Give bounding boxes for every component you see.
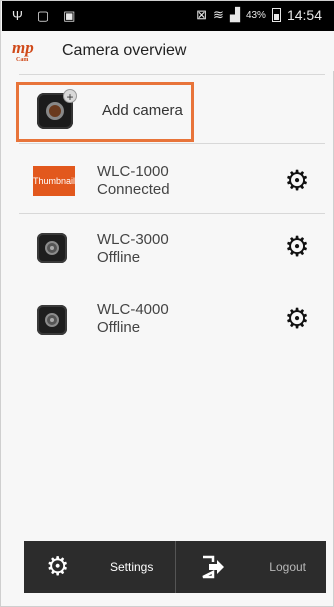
battery-percent: 43% [245, 9, 266, 21]
page-title: Camera overview [62, 42, 187, 59]
app-logo-subtext: Cam [16, 57, 29, 63]
app-header: mp Cam Camera overview [2, 31, 334, 71]
settings-button[interactable]: ⚙ Settings [24, 541, 175, 593]
status-time: 14:54 [286, 7, 322, 23]
camera-icon [37, 233, 67, 263]
camera-row-wlc-4000[interactable]: WLC-4000 Offline ⚙ [19, 291, 325, 351]
camera-status: Offline [97, 249, 141, 266]
camera-row-wlc-1000[interactable]: Thumbnail WLC-1000 Connected ⚙ [19, 151, 325, 211]
add-camera-label: Add camera [102, 102, 183, 119]
status-left-icons: Ψ ▢ ▣ [12, 8, 75, 24]
camera-status: Connected [97, 181, 170, 198]
usb-icon: Ψ [12, 8, 23, 23]
app-frame: Ψ ▢ ▣ ⊠ ≋ ▟ 43% 14:54 mp Cam Camera over… [0, 0, 334, 607]
bottom-bar: ⚙ Settings Logout [24, 541, 326, 593]
plus-icon: + [63, 89, 77, 104]
notification-icon: ▣ [63, 8, 76, 23]
camera-settings-gear-icon[interactable]: ⚙ [283, 233, 311, 261]
camera-row-wlc-3000[interactable]: WLC-3000 Offline ⚙ [19, 221, 325, 281]
app-logo: mp Cam [12, 39, 44, 65]
wifi-icon: ≋ [213, 7, 224, 22]
add-camera-button[interactable]: + Add camera [16, 82, 194, 142]
header-divider [19, 74, 325, 75]
mute-icon: ⊠ [196, 7, 208, 22]
camera-status: Offline [97, 319, 141, 336]
app-logo-text: mp [12, 38, 34, 57]
status-right-icons: ⊠ ≋ ▟ 43% 14:54 [196, 7, 322, 23]
signal-icon: ▟ [229, 7, 240, 22]
camera-settings-gear-icon[interactable]: ⚙ [283, 167, 311, 195]
camera-name: WLC-3000 [97, 231, 169, 248]
camera-settings-gear-icon[interactable]: ⚙ [283, 305, 311, 333]
battery-icon [271, 8, 281, 22]
logout-label: Logout [269, 560, 306, 574]
camera-icon [37, 305, 67, 335]
logout-button[interactable]: Logout [174, 541, 327, 593]
camera-name: WLC-4000 [97, 301, 169, 318]
camera-thumbnail: Thumbnail [33, 166, 75, 196]
download-icon: ▢ [36, 8, 50, 23]
settings-label: Settings [110, 560, 154, 574]
gear-icon: ⚙ [46, 551, 70, 581]
camera-name: WLC-1000 [97, 163, 169, 180]
status-bar: Ψ ▢ ▣ ⊠ ≋ ▟ 43% 14:54 [2, 1, 334, 31]
list-divider [19, 143, 325, 144]
list-divider [19, 213, 325, 214]
logout-icon [201, 555, 224, 579]
